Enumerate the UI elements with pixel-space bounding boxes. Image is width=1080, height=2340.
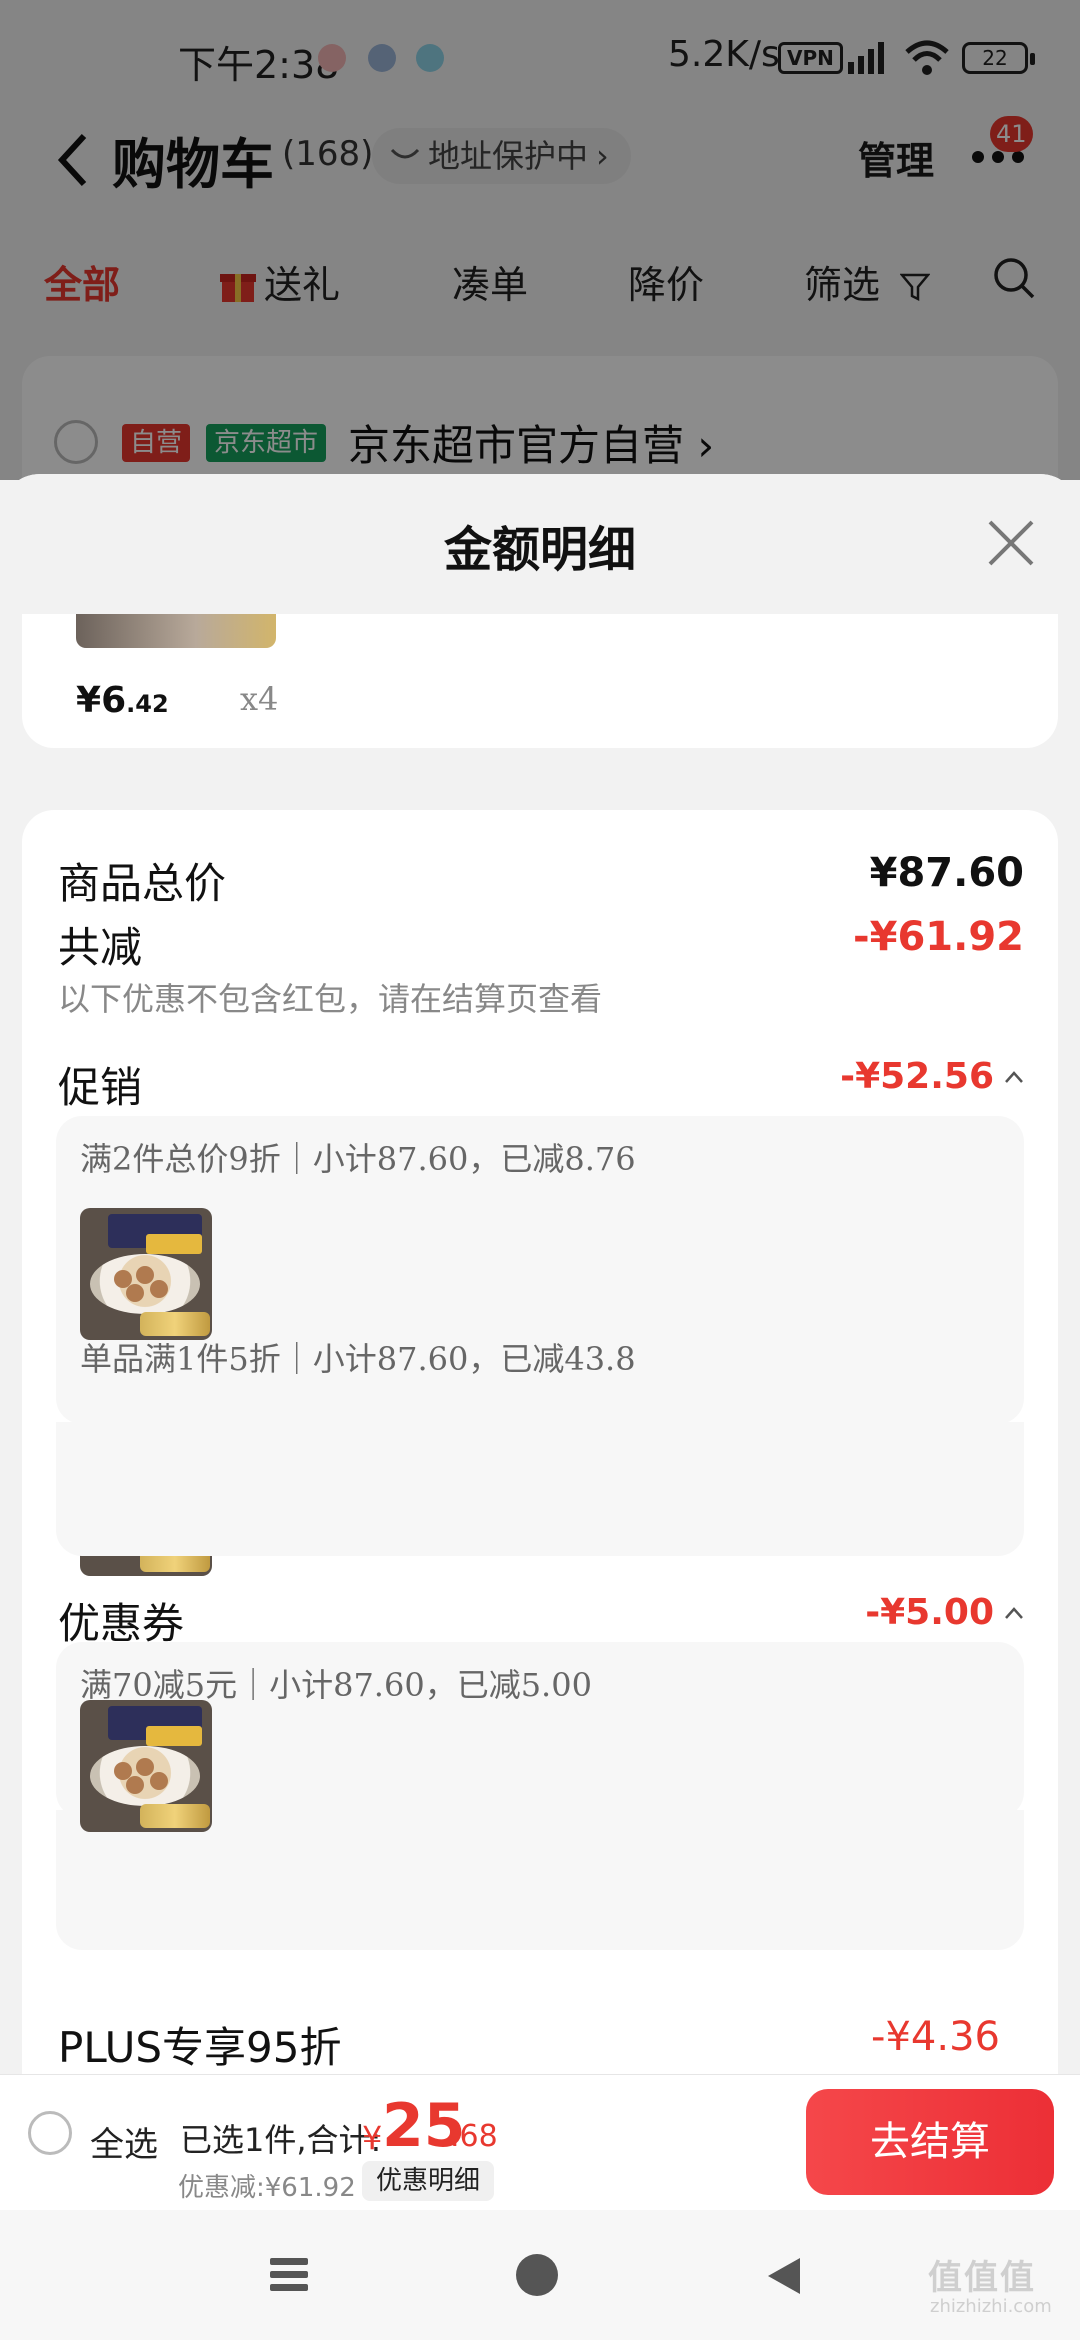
chevron-up-icon <box>1005 1607 1023 1619</box>
thumb-ball <box>126 1284 144 1302</box>
thumb-banner <box>146 1234 202 1254</box>
close-icon[interactable] <box>986 518 1036 568</box>
promo-detail-box-bottom <box>56 1422 1024 1556</box>
coupon-value: -¥5.00 <box>865 1592 994 1633</box>
product-thumbnail[interactable] <box>80 1700 212 1832</box>
promo-detail-box: 满2件总价9折｜小计87.60，已减8.76 单品满1件5折｜小计87.60，已… <box>56 1116 1024 1424</box>
goods-total-label: 商品总价 <box>58 859 227 908</box>
selected-count-text: 已选1件,合计: <box>180 2121 382 2159</box>
select-all-label[interactable]: 全选 <box>90 2117 158 2166</box>
thumb-bowl <box>90 1746 200 1806</box>
menu-icon[interactable] <box>268 2256 310 2294</box>
promo-value-toggle[interactable]: -¥52.56 <box>840 1056 1024 1097</box>
promo-label: 促销 <box>58 1063 143 1112</box>
discount-detail-button[interactable]: 优惠明细 <box>362 2161 495 2201</box>
thumb-cans <box>140 1804 210 1828</box>
goods-total-value: ¥87.60 <box>869 850 1024 896</box>
plus-discount-label: PLUS专享95折 <box>58 2023 342 2072</box>
product-price: ¥6.42 <box>76 680 169 721</box>
total-reduce-note: 以下优惠不包含红包，请在结算页查看 <box>58 980 603 1018</box>
back-triangle-icon[interactable] <box>764 2254 804 2298</box>
chevron-up-icon <box>1005 1071 1023 1083</box>
product-list-card: ¥6.42 x4 <box>22 614 1058 748</box>
product-thumbnail[interactable] <box>80 1208 212 1340</box>
discount-text: 优惠减:¥61.92 <box>178 2173 356 2203</box>
promo-line: 单品满1件5折｜小计87.60，已减43.8 <box>80 1340 636 1378</box>
page: 下午2:38 5.2K/s VPN 22 购物车 (168) 地址保护中 › 管… <box>0 0 1080 2340</box>
thumb-ball <box>150 1772 168 1790</box>
amount-detail-sheet: 金额明细 ¥6.42 x4 商品总价 ¥87.60 共减 -¥61.92 以下优… <box>0 474 1080 2074</box>
home-icon[interactable] <box>516 2254 558 2296</box>
watermark-url: zhizhizhi.com <box>930 2296 1052 2317</box>
thumb-ball <box>136 1758 154 1776</box>
amount-breakdown-card: 商品总价 ¥87.60 共减 -¥61.92 以下优惠不包含红包，请在结算页查看… <box>22 810 1058 2074</box>
price-dec: .42 <box>126 690 169 718</box>
thumb-ball <box>126 1776 144 1794</box>
coupon-value-toggle[interactable]: -¥5.00 <box>865 1592 1024 1633</box>
thumb-ball <box>136 1266 154 1284</box>
total-amount-dec: .68 <box>450 2119 498 2154</box>
sheet-title: 金额明细 <box>443 522 636 578</box>
select-all-radio[interactable] <box>28 2111 72 2155</box>
product-quantity: x4 <box>240 680 279 718</box>
plus-discount-value: -¥4.36 <box>871 2014 1000 2060</box>
dim-overlay[interactable] <box>0 0 1080 480</box>
watermark: 值值值 <box>928 2258 1036 2298</box>
sheet-header: 金额明细 <box>0 474 1080 614</box>
promo-line: 满2件总价9折｜小计87.60，已减8.76 <box>80 1140 636 1178</box>
thumb-cans <box>140 1312 210 1336</box>
checkout-bar: 全选 已选1件,合计: ¥ 25 .68 优惠减:¥61.92 优惠明细 去结算 <box>0 2074 1080 2210</box>
thumb-banner <box>146 1726 202 1746</box>
total-reduce-label: 共减 <box>58 923 143 972</box>
product-thumbnail[interactable] <box>76 614 276 648</box>
system-nav-bar: 值值值 zhizhizhi.com <box>0 2210 1080 2340</box>
price-int: 6 <box>101 680 127 721</box>
price-symbol: ¥ <box>76 680 102 721</box>
promo-value: -¥52.56 <box>840 1056 994 1097</box>
checkout-button[interactable]: 去结算 <box>806 2089 1054 2195</box>
total-currency: ¥ <box>362 2119 383 2157</box>
total-reduce-value: -¥61.92 <box>853 914 1024 960</box>
thumb-bowl <box>90 1254 200 1314</box>
thumb-ball <box>150 1280 168 1298</box>
